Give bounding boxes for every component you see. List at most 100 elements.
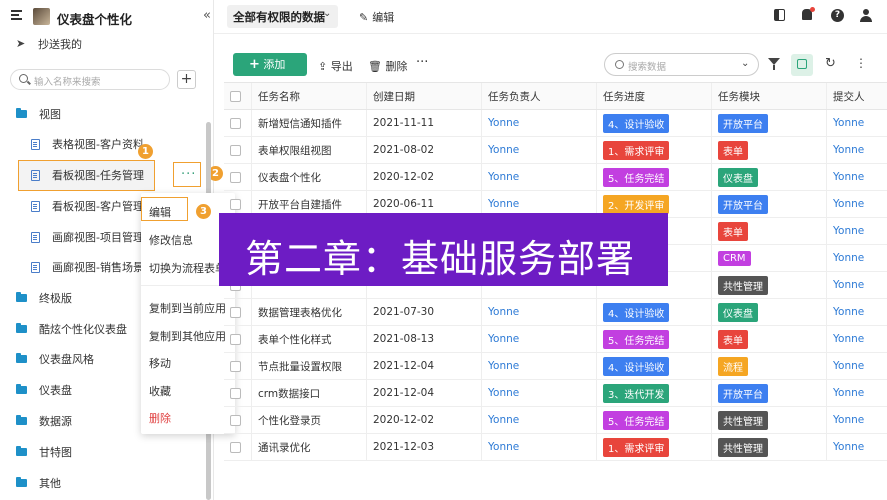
submitter-link[interactable]: Yonne	[833, 117, 864, 129]
table-row[interactable]: 数据管理表格优化 2021-07-30 Yonne 4、设计验收 仪表盘 Yonne	[224, 299, 887, 326]
submitter-link[interactable]: Yonne	[833, 441, 864, 453]
owner-cell[interactable]: Yonne	[482, 380, 597, 406]
menu-icon[interactable]	[11, 10, 23, 20]
owner-link[interactable]: Yonne	[488, 414, 519, 426]
owner-link[interactable]: Yonne	[488, 144, 519, 156]
submitter-cell[interactable]: Yonne	[827, 434, 887, 460]
submitter-cell[interactable]: Yonne	[827, 326, 887, 352]
row-checkbox[interactable]	[230, 441, 241, 453]
table-row[interactable]: 节点批量设置权限 2021-12-04 Yonne 4、设计验收 流程 Yonne	[224, 353, 887, 380]
help-icon[interactable]: ?	[831, 9, 845, 23]
view-selector[interactable]: 全部有权限的数据 ⌄	[227, 5, 338, 28]
cc-to-me-item[interactable]: ➤ 抄送我的	[16, 36, 82, 52]
row-checkbox[interactable]	[230, 360, 241, 372]
submitter-link[interactable]: Yonne	[833, 333, 864, 345]
table-row[interactable]: crm数据接口 2021-12-04 Yonne 3、迭代开发 开放平台 Yonne	[224, 380, 887, 407]
sidebar-item-kanban-customer[interactable]: 看板视图-客户管理	[31, 195, 144, 217]
column-header[interactable]: 创建日期	[367, 83, 482, 109]
sidebar-item-kanban-task[interactable]: 看板视图-任务管理	[31, 164, 144, 186]
column-header[interactable]: 提交人	[827, 83, 887, 109]
collapse-sidebar-icon[interactable]: «	[203, 8, 211, 23]
sidebar-folder-gantt[interactable]: 甘特图	[16, 441, 72, 463]
row-checkbox[interactable]	[230, 171, 241, 183]
submitter-cell[interactable]: Yonne	[827, 218, 887, 244]
owner-link[interactable]: Yonne	[488, 333, 519, 345]
submitter-cell[interactable]: Yonne	[827, 137, 887, 163]
row-checkbox[interactable]	[230, 144, 241, 156]
sidebar-search-input[interactable]: 输入名称来搜索	[10, 69, 170, 90]
sidebar-item-gallery-project[interactable]: 画廊视图-项目管理	[31, 226, 144, 248]
add-button[interactable]: + 添加	[233, 53, 307, 76]
owner-link[interactable]: Yonne	[488, 306, 519, 318]
menu-item-copy-other[interactable]: 复制到其他应用	[149, 328, 226, 344]
table-row[interactable]: 新增短信通知插件 2021-11-11 Yonne 4、设计验收 开放平台 Yonne	[224, 110, 887, 137]
table-row[interactable]: 个性化登录页 2020-12-02 Yonne 5、任务完结 共性管理 Yonne	[224, 407, 887, 434]
submitter-link[interactable]: Yonne	[833, 171, 864, 183]
menu-item-modify-info[interactable]: 修改信息	[149, 232, 193, 248]
owner-link[interactable]: Yonne	[488, 441, 519, 453]
sidebar-item-gallery-sales[interactable]: 画廊视图-销售场景	[31, 256, 144, 278]
owner-cell[interactable]: Yonne	[482, 434, 597, 460]
submitter-cell[interactable]: Yonne	[827, 272, 887, 298]
menu-item-copy-current[interactable]: 复制到当前应用	[149, 300, 226, 316]
submitter-cell[interactable]: Yonne	[827, 353, 887, 379]
submitter-cell[interactable]: Yonne	[827, 407, 887, 433]
owner-link[interactable]: Yonne	[488, 387, 519, 399]
owner-link[interactable]: Yonne	[488, 198, 519, 210]
owner-cell[interactable]: Yonne	[482, 353, 597, 379]
row-checkbox[interactable]	[230, 306, 241, 318]
table-row[interactable]: 表单权限组视图 2021-08-02 Yonne 1、需求评审 表单 Yonne	[224, 137, 887, 164]
delete-button[interactable]: 🗑 删除	[368, 58, 407, 74]
sidebar-folder-ultimate[interactable]: 终极版	[16, 287, 72, 309]
row-checkbox[interactable]	[230, 198, 241, 210]
column-header[interactable]: 任务进度	[597, 83, 712, 109]
submitter-cell[interactable]: Yonne	[827, 164, 887, 190]
submitter-link[interactable]: Yonne	[833, 252, 864, 264]
export-button[interactable]: ⇪ 导出	[318, 58, 353, 74]
owner-link[interactable]: Yonne	[488, 171, 519, 183]
sidebar-folder-dashboard-style[interactable]: 仪表盘风格	[16, 348, 94, 370]
submitter-cell[interactable]: Yonne	[827, 245, 887, 271]
owner-cell[interactable]: Yonne	[482, 299, 597, 325]
submitter-link[interactable]: Yonne	[833, 225, 864, 237]
submitter-link[interactable]: Yonne	[833, 414, 864, 426]
owner-cell[interactable]: Yonne	[482, 137, 597, 163]
refresh-icon[interactable]: ↻	[825, 56, 836, 71]
sidebar-item-table-view[interactable]: 表格视图-客户资料	[31, 133, 144, 155]
sidebar-folder-dashboard[interactable]: 仪表盘	[16, 379, 72, 401]
owner-link[interactable]: Yonne	[488, 117, 519, 129]
owner-cell[interactable]: Yonne	[482, 326, 597, 352]
edit-view-button[interactable]: ✎ 编辑	[359, 9, 394, 25]
table-row[interactable]: 仪表盘个性化 2020-12-02 Yonne 5、任务完结 仪表盘 Yonne	[224, 164, 887, 191]
submitter-link[interactable]: Yonne	[833, 387, 864, 399]
menu-item-move[interactable]: 移动	[149, 355, 171, 371]
view-mode-icon[interactable]	[791, 54, 813, 76]
menu-item-edit[interactable]: 编辑	[149, 204, 171, 220]
bell-icon[interactable]	[802, 7, 816, 23]
owner-cell[interactable]: Yonne	[482, 407, 597, 433]
sidebar-folder-cool-dashboard[interactable]: 酷炫个性化仪表盘	[16, 318, 127, 340]
table-row[interactable]: 表单个性化样式 2021-08-13 Yonne 5、任务完结 表单 Yonne	[224, 326, 887, 353]
submitter-link[interactable]: Yonne	[833, 198, 864, 210]
filter-icon[interactable]	[768, 58, 780, 70]
submitter-link[interactable]: Yonne	[833, 306, 864, 318]
menu-item-delete[interactable]: 删除	[149, 410, 171, 426]
submitter-link[interactable]: Yonne	[833, 360, 864, 372]
submitter-link[interactable]: Yonne	[833, 279, 864, 291]
row-checkbox[interactable]	[230, 414, 241, 426]
table-row[interactable]: 通讯录优化 2021-12-03 Yonne 1、需求评审 共性管理 Yonne	[224, 434, 887, 461]
more-vertical-icon[interactable]: ⋮	[855, 56, 867, 70]
column-header[interactable]: 任务模块	[712, 83, 827, 109]
submitter-cell[interactable]: Yonne	[827, 110, 887, 136]
sidebar-toggle-icon[interactable]	[774, 9, 788, 23]
submitter-cell[interactable]: Yonne	[827, 191, 887, 217]
sidebar-folder-other[interactable]: 其他	[16, 472, 61, 494]
data-search-input[interactable]: 搜索数据 ⌄	[604, 53, 759, 76]
row-checkbox[interactable]	[230, 117, 241, 129]
owner-cell[interactable]: Yonne	[482, 164, 597, 190]
sidebar-folder-datasource[interactable]: 数据源	[16, 410, 72, 432]
submitter-link[interactable]: Yonne	[833, 144, 864, 156]
select-all-checkbox[interactable]	[230, 90, 241, 102]
row-checkbox[interactable]	[230, 333, 241, 345]
more-options-icon[interactable]: ···	[416, 55, 428, 70]
